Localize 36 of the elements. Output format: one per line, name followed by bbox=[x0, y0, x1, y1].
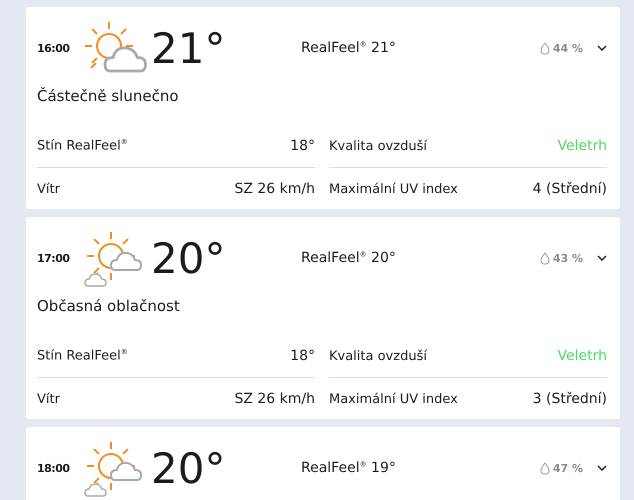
precipitation: 44 % bbox=[552, 42, 583, 54]
temperature: 20° bbox=[151, 234, 226, 282]
temperature: 21° bbox=[151, 24, 226, 72]
detail-label: Maximální UV index bbox=[329, 392, 458, 406]
drop-icon bbox=[540, 42, 550, 54]
chevron-icon[interactable] bbox=[597, 255, 607, 261]
detail-value: 18° bbox=[290, 348, 315, 364]
detail-value: 3 (Střední) bbox=[532, 391, 607, 407]
realfeel-temperature: RealFeel$^{®}$ 20° bbox=[301, 250, 397, 266]
realfeel-temperature: RealFeel$^{®}$ 21° bbox=[301, 40, 397, 56]
weather-phrase: Občasná oblačnost bbox=[37, 297, 181, 317]
detail-value: 18° bbox=[290, 138, 315, 154]
temperature: 20° bbox=[151, 444, 226, 492]
drop-icon bbox=[540, 462, 550, 474]
detail-label: Vítr bbox=[37, 392, 60, 406]
precipitation: 47 % bbox=[552, 462, 583, 474]
detail-label: Kvalita ovzduší bbox=[329, 138, 427, 154]
detail-label: Kvalita ovzduší bbox=[329, 348, 427, 364]
detail-label: Vítr bbox=[37, 182, 60, 196]
detail-label: Stín RealFeel$^{®}$ bbox=[37, 348, 128, 364]
drop-icon bbox=[540, 252, 550, 264]
detail-value: SZ 26 km/h bbox=[234, 181, 315, 197]
weather-phrase: Částečně slunečno bbox=[37, 87, 180, 107]
hour-time: 18:00 bbox=[37, 462, 71, 474]
detail-label: Stín RealFeel$^{®}$ bbox=[37, 138, 128, 154]
detail-value: 4 (Střední) bbox=[532, 181, 607, 197]
chevron-icon[interactable] bbox=[597, 45, 607, 51]
hour-time: 16:00 bbox=[37, 42, 71, 54]
hour-time: 17:00 bbox=[37, 252, 71, 264]
precipitation: 43 % bbox=[552, 252, 583, 264]
detail-value: Veletrh bbox=[558, 138, 607, 154]
detail-label: Maximální UV index bbox=[329, 182, 458, 196]
detail-value: Veletrh bbox=[558, 348, 607, 364]
chevron-icon[interactable] bbox=[597, 465, 607, 471]
realfeel-temperature: RealFeel$^{®}$ 19° bbox=[301, 460, 397, 476]
detail-value: SZ 26 km/h bbox=[234, 391, 315, 407]
